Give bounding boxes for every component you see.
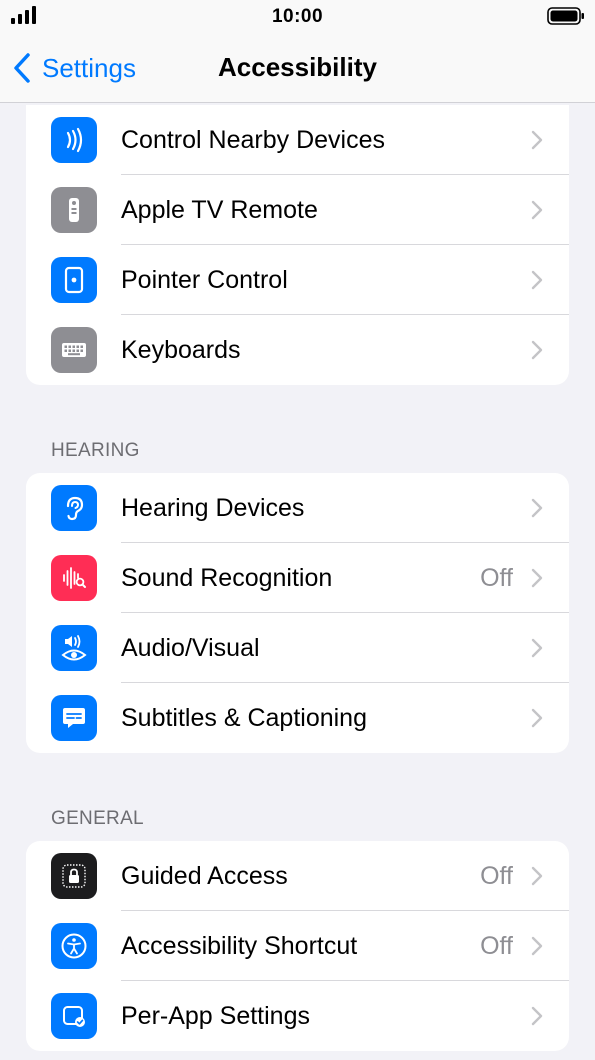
battery-icon	[547, 7, 584, 25]
row-label: Sound Recognition	[121, 564, 333, 592]
accessibility-shortcut-icon	[51, 923, 97, 969]
row-value: Off	[480, 932, 513, 960]
chevron-right-icon	[531, 200, 543, 220]
chevron-right-icon	[531, 866, 543, 886]
row-subtitles-captioning[interactable]: Subtitles & Captioning	[26, 683, 569, 753]
section-header-hearing: HEARING	[51, 440, 140, 461]
row-label: Pointer Control	[121, 266, 288, 294]
row-hearing-devices[interactable]: Hearing Devices	[26, 473, 569, 543]
chevron-right-icon	[531, 568, 543, 588]
row-accessibility-shortcut[interactable]: Accessibility Shortcut Off	[26, 911, 569, 981]
control-nearby-devices-icon	[51, 117, 97, 163]
row-value: Off	[480, 862, 513, 890]
settings-group-interaction: Control Nearby Devices Apple TV Remote P…	[26, 105, 569, 385]
row-label: Subtitles & Captioning	[121, 704, 367, 732]
chevron-right-icon	[531, 270, 543, 290]
sound-recognition-icon	[51, 555, 97, 601]
chevron-right-icon	[531, 498, 543, 518]
audio-visual-icon	[51, 625, 97, 671]
chevron-right-icon	[531, 638, 543, 658]
row-keyboards[interactable]: Keyboards	[26, 315, 569, 385]
chevron-right-icon	[531, 340, 543, 360]
apple-tv-remote-icon	[51, 187, 97, 233]
per-app-settings-icon	[51, 993, 97, 1039]
row-pointer-control[interactable]: Pointer Control	[26, 245, 569, 315]
row-guided-access[interactable]: Guided Access Off	[26, 841, 569, 911]
row-value: Off	[480, 564, 513, 592]
row-label: Keyboards	[121, 336, 241, 364]
subtitles-icon	[51, 695, 97, 741]
chevron-right-icon	[531, 708, 543, 728]
section-header-general: GENERAL	[51, 808, 144, 829]
row-apple-tv-remote[interactable]: Apple TV Remote	[26, 175, 569, 245]
row-sound-recognition[interactable]: Sound Recognition Off	[26, 543, 569, 613]
status-time: 10:00	[271, 6, 324, 27]
row-label: Control Nearby Devices	[121, 126, 385, 154]
keyboard-icon	[51, 327, 97, 373]
chevron-right-icon	[531, 936, 543, 956]
settings-group-hearing: Hearing Devices Sound Recognition Off Au…	[26, 473, 569, 753]
guided-access-lock-icon	[51, 853, 97, 899]
row-label: Per-App Settings	[121, 1002, 310, 1030]
settings-group-general: Guided Access Off Accessibility Shortcut…	[26, 841, 569, 1051]
pointer-control-icon	[51, 257, 97, 303]
row-label: Guided Access	[121, 862, 288, 890]
chevron-right-icon	[531, 130, 543, 150]
navigation-bar: Settings Accessibility	[0, 34, 595, 103]
row-control-nearby-devices[interactable]: Control Nearby Devices	[26, 105, 569, 175]
status-bar: 10:00	[0, 0, 595, 34]
page-title: Accessibility	[218, 52, 377, 82]
chevron-right-icon	[531, 1006, 543, 1026]
ear-icon	[51, 485, 97, 531]
row-label: Accessibility Shortcut	[121, 932, 358, 960]
row-per-app-settings[interactable]: Per-App Settings	[26, 981, 569, 1051]
row-label: Hearing Devices	[121, 494, 305, 522]
row-label: Audio/Visual	[121, 634, 260, 662]
row-audio-visual[interactable]: Audio/Visual	[26, 613, 569, 683]
row-label: Apple TV Remote	[121, 196, 318, 224]
